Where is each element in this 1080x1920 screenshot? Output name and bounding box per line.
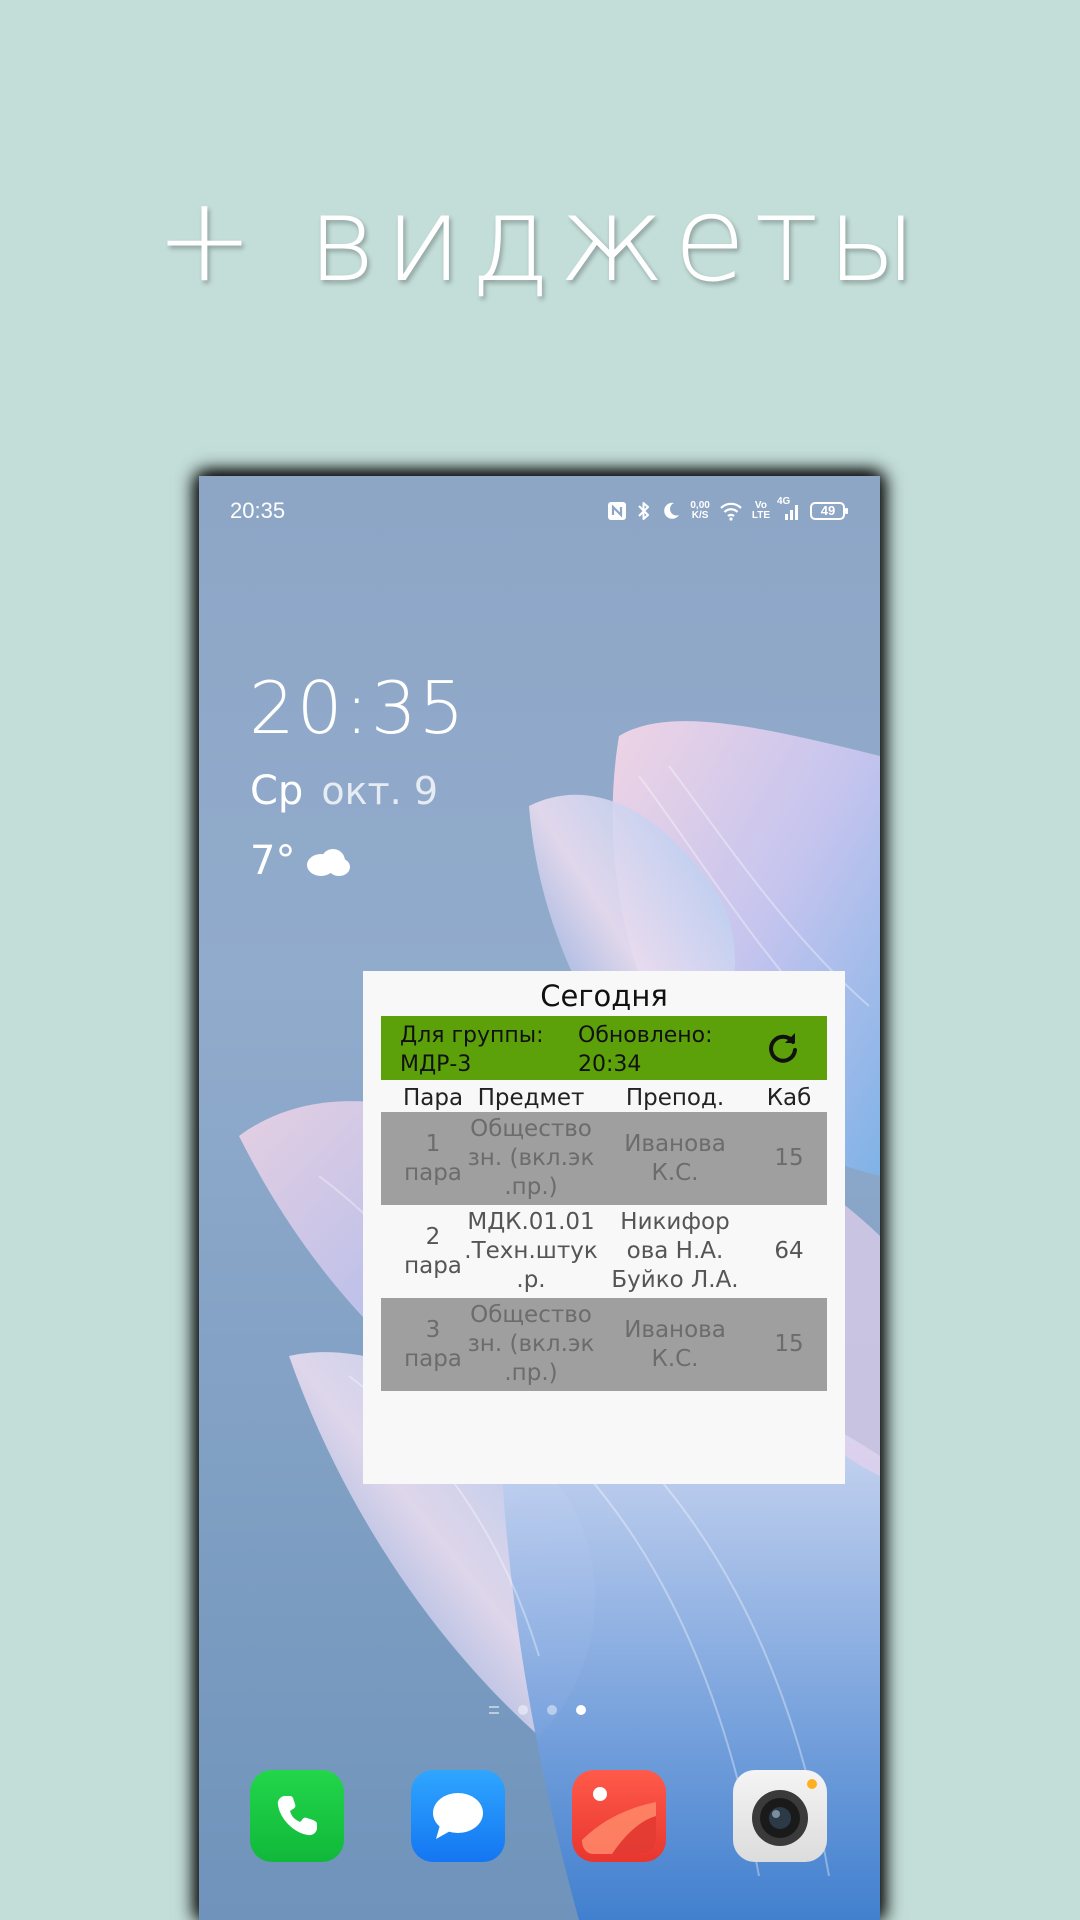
- signal-4g-icon: 4G: [777, 497, 801, 521]
- lockscreen-date: Ср окт. 9: [250, 768, 438, 814]
- gallery-app-icon[interactable]: [572, 1770, 666, 1862]
- weather: 7°: [250, 838, 351, 884]
- phone-screen: 20:35 0,00 K/S Vo LTE 4G 49 20:35 Ср окт…: [199, 476, 880, 1920]
- cell-teacher: Иванова К.С.: [624, 1130, 726, 1186]
- cell-teacher: Иванова К.С.: [624, 1316, 726, 1372]
- page-indicator[interactable]: [489, 1705, 586, 1715]
- bluetooth-icon: [636, 500, 652, 522]
- group-info: Для группы: МДР-3: [400, 1021, 544, 1079]
- table-row: 3 пара Общество зн. (вкл.эк .пр.) Иванов…: [381, 1298, 827, 1391]
- cell-subject: Общество зн. (вкл.эк .пр.): [467, 1302, 595, 1386]
- updated-label: Обновлено:: [578, 1023, 713, 1048]
- table-row: 2 пара МДК.01.01 .Техн.штук .р. Никифор …: [381, 1205, 827, 1298]
- column-header-teacher: Препод.: [625, 1085, 725, 1111]
- cell-room: 15: [774, 1331, 804, 1357]
- battery-icon: 49: [810, 501, 850, 521]
- cell-room: 64: [774, 1238, 804, 1264]
- temperature: 7°: [250, 838, 296, 884]
- home-page-dot[interactable]: [489, 1706, 499, 1714]
- refresh-icon[interactable]: [765, 1030, 801, 1066]
- widget-title: Сегодня: [540, 979, 668, 1013]
- group-label: Для группы:: [400, 1023, 544, 1048]
- cell-room: 15: [774, 1145, 804, 1171]
- battery-level: 49: [820, 503, 836, 518]
- network-label: 4G: [777, 496, 791, 507]
- updated-info: Обновлено: 20:34: [578, 1021, 713, 1079]
- column-header-room: Каб: [766, 1085, 812, 1111]
- page-dot[interactable]: [547, 1705, 557, 1715]
- cloud-icon: [307, 849, 351, 876]
- cell-teacher: Никифор ова Н.А. Буйко Л.А.: [611, 1209, 739, 1293]
- dock: [199, 1770, 880, 1870]
- page-dot[interactable]: [518, 1705, 528, 1715]
- volte-icon: Vo LTE: [752, 501, 770, 521]
- headline: + виджеты: [155, 170, 925, 308]
- volte-bottom: LTE: [751, 510, 770, 521]
- updated-value: 20:34: [578, 1052, 642, 1077]
- status-icons: 0,00 K/S Vo LTE 4G 49: [607, 496, 850, 526]
- date: окт. 9: [321, 769, 438, 813]
- status-time: 20:35: [230, 498, 286, 523]
- group-value: МДР-3: [400, 1052, 472, 1077]
- column-header-subject: Предмет: [477, 1085, 585, 1111]
- status-bar: 20:35 0,00 K/S Vo LTE 4G 49: [199, 476, 880, 546]
- cell-subject: Общество зн. (вкл.эк .пр.): [467, 1116, 595, 1200]
- weekday: Ср: [250, 768, 304, 814]
- lockscreen-clock: 20:35: [249, 666, 467, 750]
- widget-header-bar: Для группы: МДР-3 Обновлено: 20:34: [381, 1016, 827, 1080]
- schedule-widget[interactable]: Сегодня Для группы: МДР-3 Обновлено: 20:…: [363, 971, 845, 1484]
- speed-indicator: 0,00 K/S: [690, 501, 709, 521]
- moon-icon: [661, 501, 681, 521]
- messages-app-icon[interactable]: [411, 1770, 505, 1862]
- wifi-icon: [719, 501, 743, 521]
- speed-unit: K/S: [691, 510, 709, 521]
- page-dot-active[interactable]: [576, 1705, 586, 1715]
- camera-app-icon[interactable]: [733, 1770, 827, 1862]
- cell-subject: МДК.01.01 .Техн.штук .р.: [464, 1209, 598, 1293]
- nfc-icon: [607, 501, 627, 521]
- table-row: 1 пара Общество зн. (вкл.эк .пр.) Иванов…: [381, 1112, 827, 1205]
- phone-app-icon[interactable]: [250, 1770, 344, 1862]
